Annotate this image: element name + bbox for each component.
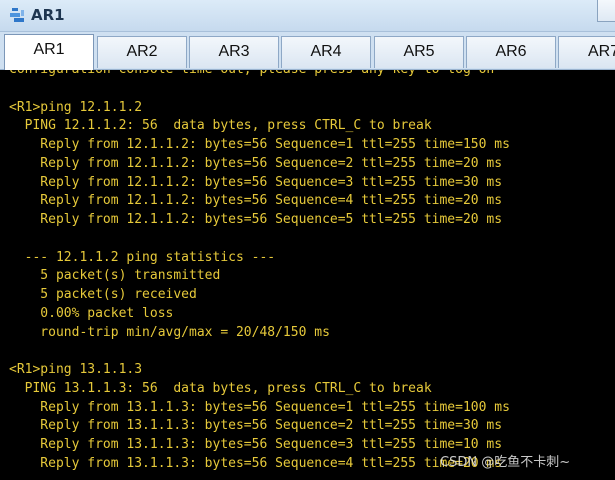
tab-ar4[interactable]: AR4 <box>281 36 371 68</box>
tab-ar6[interactable]: AR6 <box>466 36 556 68</box>
console-line: --- 12.1.1.2 ping statistics --- <box>9 249 276 265</box>
console-line: Reply from 12.1.1.2: bytes=56 Sequence=2… <box>9 155 503 171</box>
router-app-icon <box>10 8 24 22</box>
window-control-button[interactable] <box>597 0 615 22</box>
console-line: <R1>ping 13.1.1.3 <box>9 362 143 377</box>
watermark: CSDN @吃鱼不卡刺~ <box>440 455 571 470</box>
console-line: Reply from 13.1.1.3: bytes=56 Sequence=2… <box>9 418 503 434</box>
console-line: PING 12.1.1.2: 56 data bytes, press CTRL… <box>9 118 432 134</box>
tab-ar5[interactable]: AR5 <box>374 36 464 68</box>
tab-ar1[interactable]: AR1 <box>4 34 94 70</box>
console-line: Reply from 12.1.1.2: bytes=56 Sequence=1… <box>9 137 510 152</box>
console-line: 5 packet(s) transmitted <box>9 268 221 284</box>
console-line: round-trip min/avg/max = 20/48/150 ms <box>9 324 330 340</box>
console-line: PING 13.1.1.3: 56 data bytes, press CTRL… <box>9 380 432 396</box>
console-line: Reply from 12.1.1.2: bytes=56 Sequence=3… <box>9 174 503 190</box>
tab-ar7[interactable]: AR7 <box>558 36 615 68</box>
console-line: Reply from 12.1.1.2: bytes=56 Sequence=4… <box>9 193 503 209</box>
console-line: 0.00% packet loss <box>9 305 174 321</box>
tab-ar2[interactable]: AR2 <box>97 36 187 68</box>
terminal-window: AR1 AR1 AR2 AR3 AR4 AR5 AR6 AR7 Configur… <box>0 0 615 480</box>
title-bar: AR1 <box>0 0 615 32</box>
console-output[interactable]: Configuration console time out, please p… <box>0 70 615 480</box>
tab-ar3[interactable]: AR3 <box>189 36 279 68</box>
console-line: 5 packet(s) received <box>9 287 197 302</box>
console-line: Reply from 13.1.1.3: bytes=56 Sequence=1… <box>9 399 510 415</box>
console-line: Configuration console time out, please p… <box>9 70 494 80</box>
device-tab-bar: AR1 AR2 AR3 AR4 AR5 AR6 AR7 <box>0 32 615 70</box>
console-line: <R1>ping 12.1.1.2 <box>9 99 143 115</box>
window-title: AR1 <box>31 6 65 24</box>
console-line: Reply from 13.1.1.3: bytes=56 Sequence=4… <box>9 455 503 471</box>
console-line: Reply from 12.1.1.2: bytes=56 Sequence=5… <box>9 212 503 227</box>
console-line: Reply from 13.1.1.3: bytes=56 Sequence=3… <box>9 437 503 452</box>
